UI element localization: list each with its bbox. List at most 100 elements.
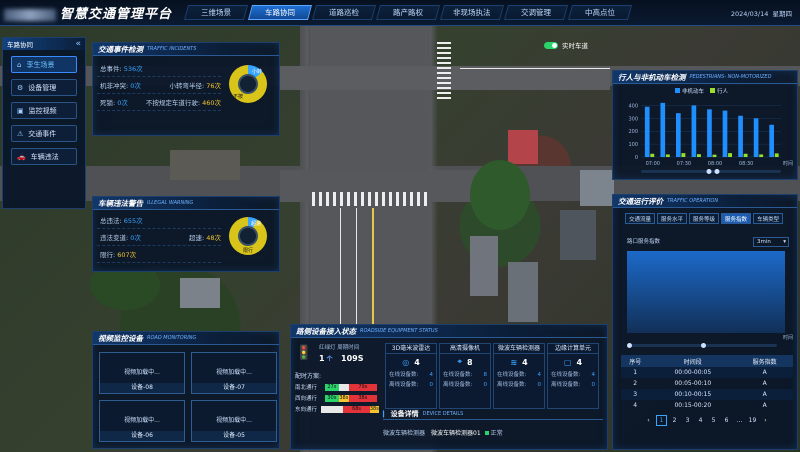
operation-tab-3[interactable]: 服务指数 [721,213,752,224]
table-cell: 2 [633,380,638,387]
page-button[interactable]: 2 [669,415,680,426]
operation-tab-2[interactable]: 服务等级 [689,213,720,224]
page-button[interactable]: 4 [695,415,706,426]
camera-icon: ▣ [17,106,24,115]
gauge-label: 小转 [252,69,263,75]
plan-segment-green: 27s [324,383,339,391]
collapse-icon[interactable]: « [75,39,81,49]
realtime-lane-toggle[interactable]: 实时车道 [544,40,588,50]
device-name: 边缘计算单元 [548,344,598,354]
page-button[interactable]: 1 [656,415,667,426]
table-cell: A [762,380,767,387]
detail-title: 设备详情 [390,410,419,418]
camera-tile[interactable]: 视频加载中... 设备-08 [99,352,185,394]
detail-title-en: DEVICE DETAILS [422,411,464,417]
camera-tile[interactable]: 视频加载中... 设备-07 [191,352,277,394]
page-button[interactable]: ... [734,415,745,426]
plan-segment-green: 30s [324,394,339,402]
incidents-panel: 交通事件检测 TRAFFIC INCIDENTS 总事件: 536次 机非冲突: 0次… [92,42,280,136]
chevron-left-icon[interactable]: ‹ [643,415,654,426]
table-header: 序号 时间段 服务指数 [621,355,793,367]
sidebar-header: 车路协同 « [3,38,85,50]
operation-tab-4[interactable]: 车辆类型 [753,213,784,224]
x-axis-label: 时间 [783,160,793,167]
interval-select[interactable]: 3min ▾ [753,237,789,247]
page-button[interactable]: 19 [747,415,758,426]
scroll-handle[interactable] [714,169,720,174]
camera-tile[interactable]: 视频加载中... 设备-06 [99,400,185,442]
camera-tile[interactable]: 视频加载中... 设备-05 [191,400,277,442]
operation-scrollbar[interactable] [627,343,777,348]
operation-tabs: 交通流量 服务水平 服务等级 服务指数 车辆类型 [613,208,797,224]
app-logo: 智慧交通管理平台 [4,3,172,22]
online-count: 4 [591,372,596,378]
table-header-cell: 序号 [621,355,650,367]
device-card[interactable]: 高清摄像机 ⌖ 8 在线设备数: 8 离线设备数: 0 [439,343,491,409]
bar-non-motor [644,106,650,157]
nav-tab-3[interactable]: 路产路权 [376,5,441,20]
sidebar-item-0[interactable]: ⌂ 孪生场景 [11,56,77,73]
device-name: 微波车辆检测器 [494,344,544,354]
offline-row: 离线设备数: 0 [548,380,598,390]
map-building [560,210,596,260]
y-tick-label: 0 [635,155,638,161]
nav-tab-4[interactable]: 非现场执法 [440,5,505,20]
offline-count: 0 [483,382,488,388]
scroll-handle[interactable] [706,169,712,174]
status-dot-icon [484,430,489,435]
service-index-area [627,251,785,333]
nav-tab-2[interactable]: 道路巡检 [312,5,377,20]
sidebar-item-3[interactable]: ⚠ 交通事件 [11,125,77,142]
device-icon: ◎ [402,357,410,367]
online-label: 在线设备数: [497,372,527,378]
chevron-right-icon[interactable]: › [760,415,771,426]
sidebar-item-4[interactable]: 🚗 车辆违法 [11,148,77,165]
stat-value: 76次 [206,82,221,90]
operation-tab-1[interactable]: 服务水平 [657,213,688,224]
nav-tab-5[interactable]: 交调管理 [504,5,569,20]
operation-tab-0[interactable]: 交通流量 [625,213,656,224]
offline-row: 离线设备数: 0 [440,380,490,390]
stat-value: 536次 [123,65,143,73]
table-row[interactable]: 3 00:10-00:15 A [621,389,793,400]
page-button[interactable]: 5 [708,415,719,426]
detail-device[interactable]: 微波车辆检测器01 [431,428,481,437]
operation-xlabel: 时间 [783,335,794,341]
nav-tab-1[interactable]: 车路协同 [248,5,313,20]
table-row[interactable]: 2 00:05-00:10 A [621,378,793,389]
device-count-row: ≋ 4 [494,354,544,370]
top-bar: 智慧交通管理平台 三维场景 车路协同 道路巡检 路产路权 非现场执法 交调管理 中高点位 2… [0,0,800,26]
plan-segment-yellow [338,383,349,391]
detail-category: 微波车辆检测器 [383,430,426,437]
page-button[interactable]: 6 [721,415,732,426]
device-card[interactable]: 边缘计算单元 ▢ 4 在线设备数: 4 离线设备数: 0 [547,343,599,409]
online-row: 在线设备数: 4 [494,370,544,380]
offline-count: 0 [537,382,542,388]
bar-pedestrian [759,154,764,157]
stat-row: 总事件: 536次 [97,60,221,77]
sidebar-item-label: 交通事件 [28,129,57,138]
plan-bar: 68s 38s [321,405,379,413]
light-label: 红绿灯 [319,345,336,351]
nav-tab-0[interactable]: 三维场景 [184,5,249,20]
table-row[interactable]: 4 00:15-00:20 A [621,400,793,411]
map-lane-line [372,208,374,328]
gauge-label: 不按 [233,94,244,100]
toggle-switch[interactable] [544,41,558,49]
x-tick-label: 08:00 [708,161,722,167]
sidebar-item-2[interactable]: ▣ 监控视频 [11,102,77,119]
nav-tab-6[interactable]: 中高点位 [568,5,633,20]
y-tick-label: 300 [628,116,638,122]
offline-label: 离线设备数: [497,382,527,388]
violations-gauge: 超速 限行 [229,217,267,255]
table-row[interactable]: 1 00:00-00:05 A [621,367,793,378]
timing-plan-row: 南北通行 27s 79s [295,383,379,391]
timing-plan-row: 西向通行 30s 38s 38s [295,394,379,402]
panel-title: 视频监控设备 ROAD MONITORING [93,332,279,345]
sidebar-item-1[interactable]: ⚙ 设备管理 [11,79,77,96]
device-card[interactable]: 3D毫米波雷达 ◎ 4 在线设备数: 4 离线设备数: 0 [385,343,437,409]
device-card[interactable]: 微波车辆检测器 ≋ 4 在线设备数: 4 离线设备数: 0 [493,343,545,409]
stat-label: 总违法: [100,217,122,225]
online-count: 4 [537,372,542,378]
page-button[interactable]: 3 [682,415,693,426]
